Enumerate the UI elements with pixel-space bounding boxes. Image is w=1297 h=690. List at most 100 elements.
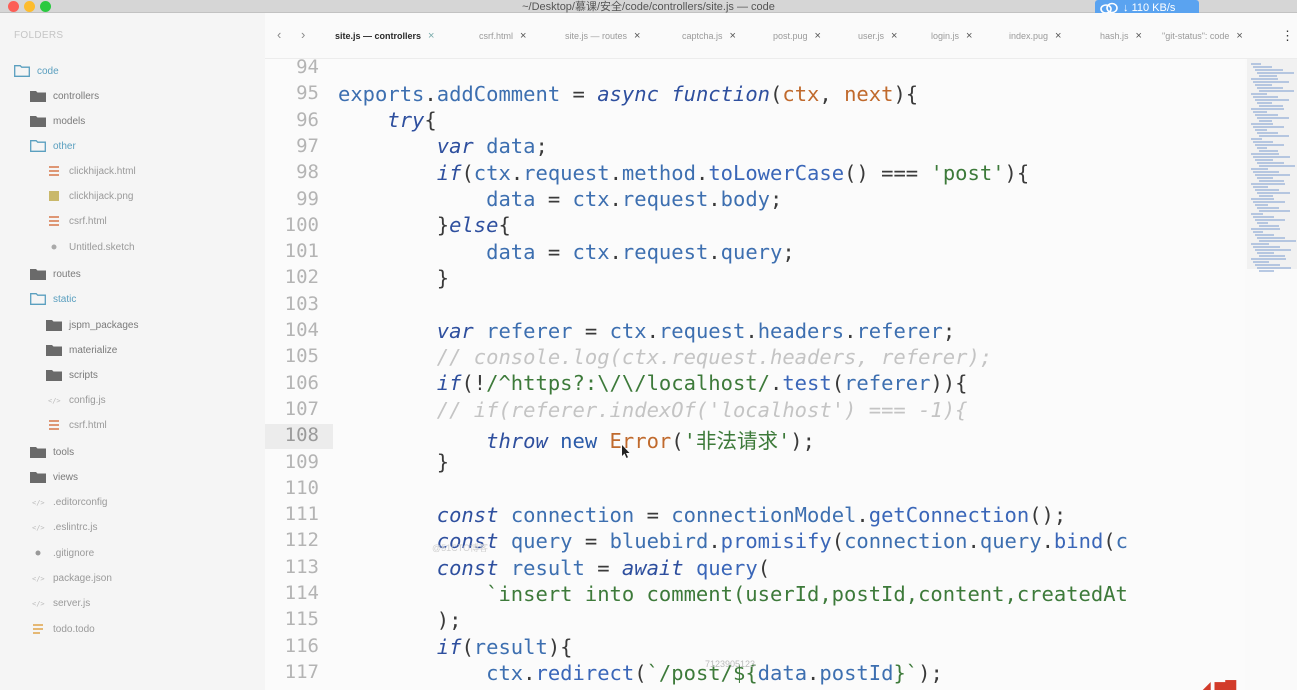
minimap-code-line [1253,186,1268,188]
editor-tab[interactable]: captcha.js × [682,30,736,42]
tab-label: user.js [858,31,885,41]
editor-tab[interactable]: login.js × [931,30,972,42]
minimap-code-line [1259,90,1294,92]
tree-item-label: package.json [53,572,112,584]
code-line-96[interactable]: try{ [338,108,436,132]
code-line-101[interactable]: data = ctx.request.query; [338,240,795,264]
folder-open-icon [30,140,46,152]
code-line-115[interactable]: ); [338,608,462,632]
minimap-code-line [1253,96,1278,98]
tab-label: index.pug [1009,31,1049,41]
code-line-116[interactable]: if(result){ [338,635,573,659]
close-tab-icon[interactable]: × [1236,30,1242,42]
close-tab-icon[interactable]: × [891,30,897,42]
code-line-117[interactable]: ctx.redirect(`/post/${data.postId}`); [338,661,943,685]
close-tab-icon[interactable]: × [634,30,640,42]
code-line-103[interactable] [338,292,350,316]
tree-item[interactable]: controllers [30,87,99,105]
tree-item[interactable]: other [30,137,76,155]
code-line-111[interactable]: const connection = connectionModel.getCo… [338,503,1066,527]
code-line-110[interactable] [338,477,350,501]
tree-item[interactable]: csrf.html [46,416,107,434]
more-tabs-icon[interactable]: ⋮ [1281,28,1294,44]
minimap-code-line [1257,162,1284,164]
code-line-95[interactable]: exports.addComment = async function(ctx,… [338,82,918,106]
minimap-code-line [1253,156,1290,158]
code-editor[interactable]: 94 95 96 97 98 99 100 101 102 103 104 105 106 107 108 1… [265,59,1245,690]
editor-tab[interactable]: index.pug × [1009,30,1061,42]
tree-item-label: server.js [53,597,91,609]
tree-item[interactable]: </> .eslintrc.js [30,518,97,536]
code-line-109[interactable]: } [338,450,449,474]
close-tab-icon[interactable]: × [966,30,972,42]
tree-item[interactable]: </> .editorconfig [30,493,107,511]
tree-item[interactable]: views [30,468,78,486]
code-line-105[interactable]: // console.log(ctx.request.headers, refe… [338,345,992,369]
tree-item[interactable]: </> server.js [30,594,90,612]
line-number: 97 [296,134,319,157]
tree-item-label: clickhijack.png [69,190,134,202]
editor-tab[interactable]: csrf.html × [479,30,526,42]
editor-tab[interactable]: post.pug × [773,30,821,42]
close-tab-icon[interactable]: × [428,30,434,42]
tree-item[interactable]: materialize [46,341,117,359]
tree-item[interactable]: clickhijack.html [46,162,136,180]
code-line-100[interactable]: }else{ [338,213,511,237]
forward-arrow-icon[interactable]: › [301,27,305,42]
tree-item[interactable]: scripts [46,366,98,384]
svg-text:</>: </> [32,524,45,532]
tree-item-label: jspm_packages [69,319,139,331]
editor-tab[interactable]: site.js — controllers × [335,30,434,42]
editor-tab[interactable]: hash.js × [1100,30,1142,42]
minimap-code-line [1257,252,1274,254]
back-arrow-icon[interactable]: ‹ [277,27,281,42]
folder-icon [46,369,62,381]
svg-text:</>: </> [32,575,45,583]
code-line-102[interactable]: } [338,266,449,290]
code-line-104[interactable]: var referer = ctx.request.headers.refere… [338,319,955,343]
tree-item[interactable]: csrf.html [46,212,107,230]
line-number: 115 [284,608,319,631]
image-file-icon [46,190,62,202]
tree-item[interactable]: tools [30,443,74,461]
line-number: 101 [284,240,319,263]
tree-item[interactable]: </> config.js [46,391,106,409]
close-tab-icon[interactable]: × [730,30,736,42]
code-line-98[interactable]: if(ctx.request.method.toLowerCase() === … [338,161,1029,185]
minimap-code-line [1251,93,1267,95]
tree-item[interactable]: static [30,290,76,308]
close-tab-icon[interactable]: × [815,30,821,42]
code-minimap[interactable] [1245,59,1297,690]
editor-tab[interactable]: site.js — routes × [565,30,640,42]
tree-item[interactable]: </> package.json [30,569,112,587]
minimap-code-line [1253,216,1274,218]
code-line-97[interactable]: var data; [338,134,548,158]
close-tab-icon[interactable]: × [1136,30,1142,42]
tree-item[interactable]: routes [30,265,81,283]
close-tab-icon[interactable]: × [520,30,526,42]
config-file-icon: </> [30,521,46,533]
tree-item[interactable]: todo.todo [30,620,95,638]
tree-item[interactable]: jspm_packages [46,316,138,334]
tab-label: captcha.js [682,31,723,41]
folder-open-icon [14,65,30,77]
tree-item[interactable]: .gitignore [30,544,94,562]
code-line-99[interactable]: data = ctx.request.body; [338,187,782,211]
minimap-code-line [1255,84,1272,86]
close-tab-icon[interactable]: × [1055,30,1061,42]
code-line-107[interactable]: // if(referer.indexOf('localhost') === -… [338,398,968,422]
editor-tab[interactable]: user.js × [858,30,897,42]
code-line-113[interactable]: const result = await query( [338,556,770,580]
minimap-code-line [1259,165,1295,167]
code-line-106[interactable]: if(!/^https?:\/\/localhost/.test(referer… [338,371,968,395]
minimap-code-line [1259,270,1274,272]
minimap-code-line [1253,66,1272,68]
tree-item[interactable]: models [30,112,85,130]
tree-item[interactable]: clickhijack.png [46,187,133,205]
tree-item[interactable]: Untitled.sketch [46,238,135,256]
code-line-114[interactable]: `insert into comment(userId,postId,conte… [338,582,1128,606]
minimap-code-line [1251,228,1280,230]
tree-item[interactable]: code [14,62,59,80]
editor-tab[interactable]: "git-status": code × [1162,30,1243,42]
tree-item-label: Untitled.sketch [69,241,135,253]
